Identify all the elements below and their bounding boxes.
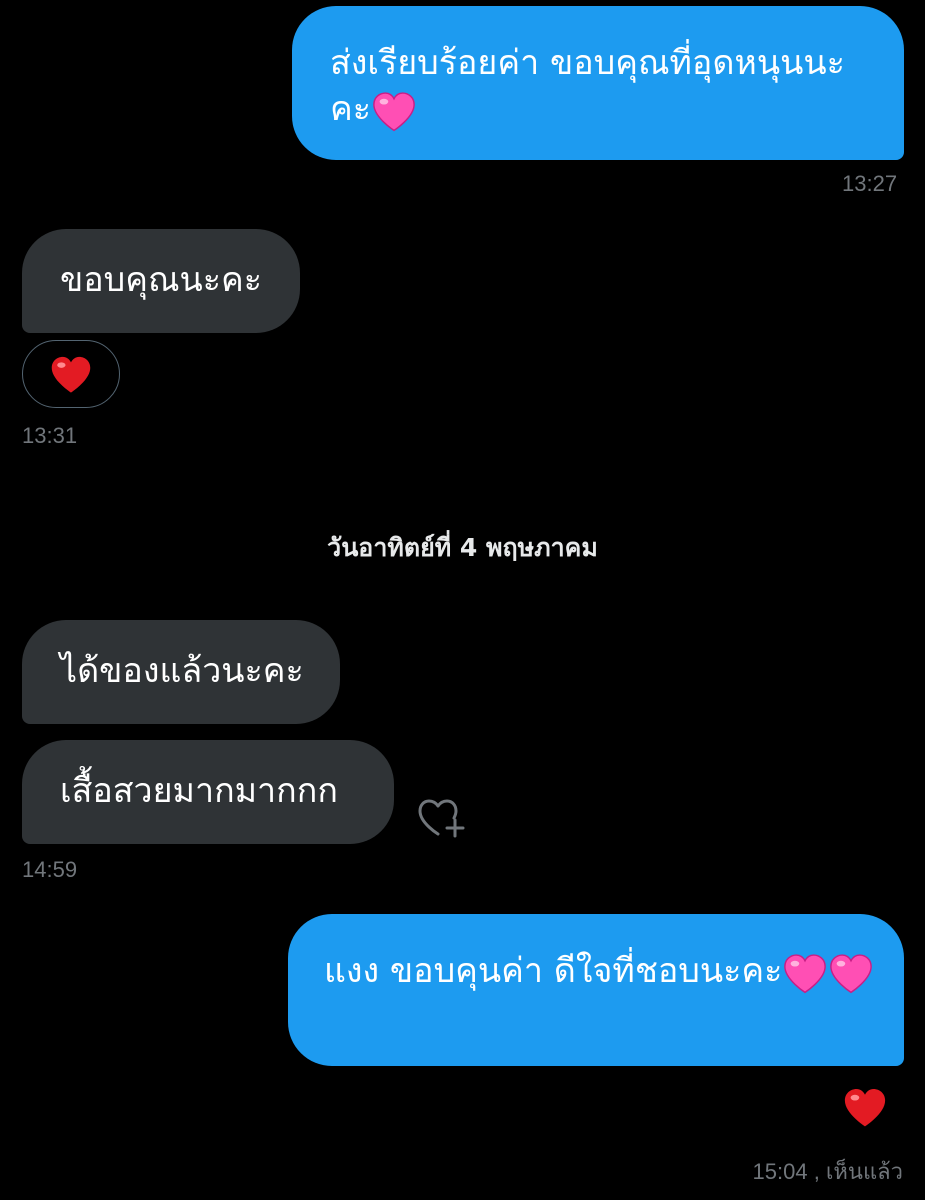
message-timestamp: 15:04: [752, 1159, 808, 1184]
add-reaction-heart-icon[interactable]: [416, 796, 468, 840]
message-timestamp: 14:59: [22, 857, 78, 882]
message-timestamp: 13:27: [842, 171, 898, 196]
outgoing-message-bubble[interactable]: ส่งเรียบร้อยค่า ขอบคุณที่อุดหนุนนะคะ: [292, 6, 904, 160]
message-text: ได้ของแล้วนะคะ: [60, 651, 304, 691]
message-text: ขอบคุณนะคะ: [60, 260, 263, 300]
reaction-pill[interactable]: [22, 340, 120, 408]
red-heart-icon: [49, 354, 93, 394]
seen-status: , เห็นแล้ว: [813, 1159, 903, 1184]
incoming-message-bubble[interactable]: เสื้อสวยมากมากกก: [22, 740, 394, 844]
date-separator: วันอาทิตย์ที่ 4 พฤษภาคม: [327, 533, 598, 562]
incoming-message-bubble[interactable]: ขอบคุณนะคะ: [22, 229, 300, 333]
pink-heart-icon: [371, 90, 417, 132]
message-text: แงง ขอบคุนค่า ดีใจที่ชอบนะคะ: [324, 951, 783, 991]
pink-heart-icon: [782, 952, 828, 994]
message-timestamp-row: 15:04 , เห็นแล้ว: [753, 1154, 904, 1189]
red-heart-icon[interactable]: [842, 1086, 888, 1132]
message-timestamp: 13:31: [22, 423, 78, 448]
incoming-message-bubble[interactable]: ได้ของแล้วนะคะ: [22, 620, 340, 724]
message-text: เสื้อสวยมากมากกก: [60, 771, 338, 811]
pink-heart-icon: [828, 952, 874, 994]
outgoing-message-bubble[interactable]: แงง ขอบคุนค่า ดีใจที่ชอบนะคะ: [288, 914, 904, 1066]
